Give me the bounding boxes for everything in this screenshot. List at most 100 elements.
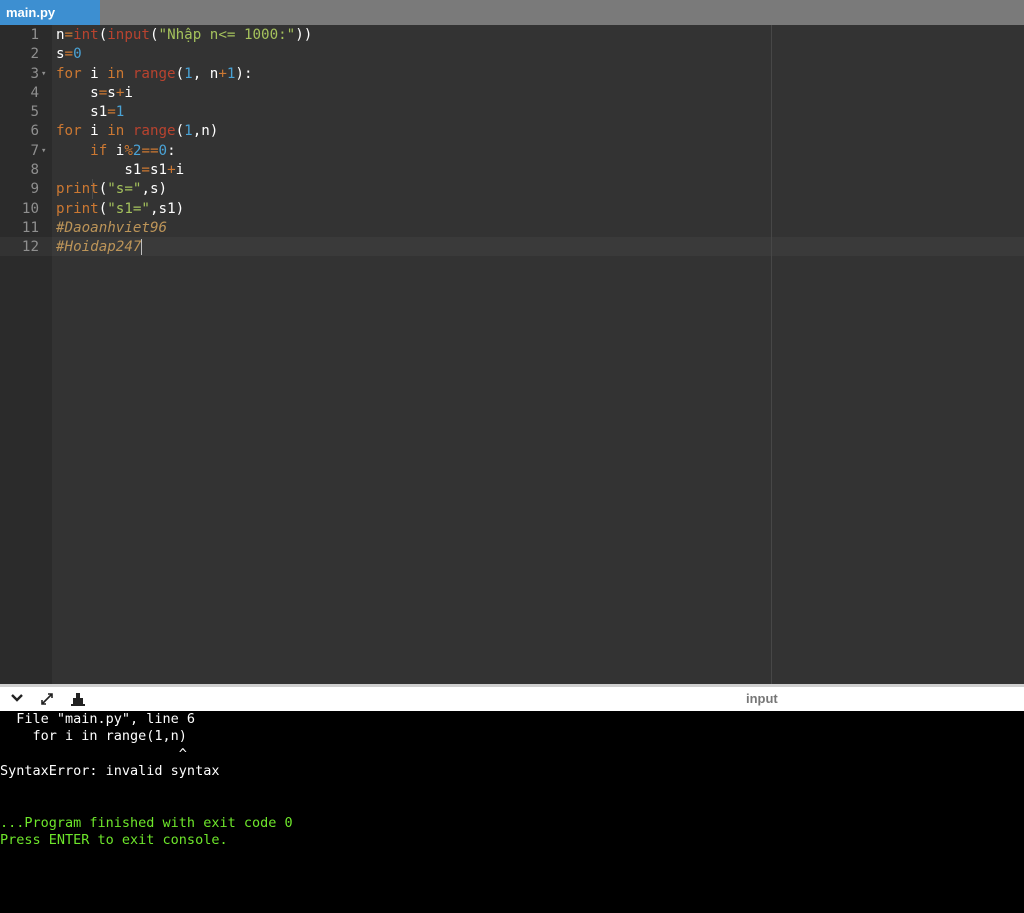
fold-toggle-icon[interactable]: ▾: [41, 65, 46, 84]
code-text: s=0: [56, 45, 82, 64]
code-token: ,n): [192, 123, 219, 140]
line-number: 7: [30, 142, 39, 159]
code-token: n: [56, 27, 65, 43]
code-token: #Daoanhviet96: [56, 219, 168, 236]
code-token: ==: [141, 142, 159, 159]
code-token: 0: [158, 142, 168, 159]
line-number: 6: [30, 123, 39, 140]
code-token: (: [149, 27, 159, 43]
code-line[interactable]: 9 print("s=",s): [0, 180, 1024, 199]
text-cursor: [141, 239, 143, 256]
code-text: s=s+i: [56, 84, 133, 103]
code-token: (: [175, 65, 185, 82]
console-line: SyntaxError: invalid syntax: [0, 762, 220, 779]
code-line[interactable]: 4 s=s+i: [0, 84, 1024, 103]
code-text: if i%2==0:: [56, 142, 175, 161]
code-token: ):: [235, 65, 253, 82]
code-token: , n: [192, 65, 219, 82]
code-text: print("s1=",s1): [56, 200, 184, 219]
code-token: (: [98, 181, 108, 198]
code-text: s1=s1+i: [56, 161, 184, 180]
line-number: 2: [30, 46, 39, 63]
code-line[interactable]: 12 #Hoidap247: [0, 238, 1024, 257]
console-toolbar: input: [0, 684, 1024, 711]
console-output[interactable]: File "main.py", line 6 for i in range(1,…: [0, 711, 1024, 913]
console-line: ...Program finished with exit code 0: [0, 814, 293, 831]
code-token: (: [175, 123, 185, 140]
code-token: %: [124, 142, 133, 159]
code-token: ,s): [141, 181, 168, 198]
code-token: (: [98, 200, 108, 217]
code-token: print: [56, 200, 99, 217]
input-label[interactable]: input: [746, 691, 778, 706]
code-token: i: [124, 84, 133, 101]
code-token: 1: [184, 65, 193, 82]
code-line[interactable]: 8 s1=s1+i: [0, 161, 1024, 180]
code-token: print: [56, 181, 99, 198]
code-text: #Daoanhviet96: [56, 219, 167, 238]
code-token: s: [56, 84, 99, 101]
code-editor[interactable]: 1 n=int(input("Nhập n<= 1000:")) 2 s=0 3 ▾ for…: [0, 25, 1024, 684]
tab-main-py[interactable]: main.py: [0, 0, 100, 25]
code-line[interactable]: 3 ▾ for i in range(1, n+1):: [0, 65, 1024, 84]
code-token: int: [73, 27, 99, 43]
expand-icon[interactable]: [38, 691, 56, 709]
code-token: input: [107, 27, 150, 43]
console-line: File "main.py", line 6: [0, 711, 196, 727]
chevron-down-icon[interactable]: [8, 691, 26, 709]
code-token: for: [56, 65, 82, 82]
code-text: n=int(input("Nhập n<= 1000:")): [56, 26, 312, 45]
code-token: =: [64, 46, 74, 63]
code-line[interactable]: 11 #Daoanhviet96: [0, 219, 1024, 238]
code-line[interactable]: 7 ▾ if i%2==0:: [0, 142, 1024, 161]
code-token: if: [90, 142, 108, 159]
code-token: "s=": [107, 181, 142, 198]
code-text: #Hoidap247: [56, 238, 143, 257]
code-token: range: [132, 123, 176, 140]
console-line: for i in range(1,n): [0, 728, 187, 745]
tab-bar: main.py: [0, 0, 1024, 25]
code-token: =: [141, 162, 150, 179]
code-token: for: [56, 123, 82, 140]
code-line[interactable]: 6 for i in range(1,n): [0, 122, 1024, 141]
console-line: Press ENTER to exit console.: [0, 832, 228, 849]
code-lines[interactable]: 1 n=int(input("Nhập n<= 1000:")) 2 s=0 3 ▾ for…: [0, 26, 1024, 258]
code-token: range: [132, 65, 176, 82]
code-token: #Hoidap247: [56, 239, 142, 256]
clear-icon[interactable]: [69, 691, 87, 709]
code-token: =: [64, 27, 74, 43]
code-line[interactable]: 5 s1=1: [0, 103, 1024, 122]
line-number: 11: [21, 219, 39, 236]
code-token: s: [107, 84, 116, 101]
line-number: 5: [30, 104, 39, 121]
console-line: ^: [0, 745, 187, 762]
code-token: +: [167, 162, 176, 179]
line-number: 10: [21, 200, 39, 217]
code-token: i: [81, 65, 108, 82]
line-number: 12: [21, 239, 39, 256]
line-number: 9: [30, 181, 39, 198]
code-token: "s1=": [107, 200, 150, 217]
code-token: s: [56, 46, 65, 63]
code-token: (: [98, 27, 108, 43]
code-token: i: [81, 123, 108, 140]
code-line[interactable]: 2 s=0: [0, 45, 1024, 64]
line-number: 3: [30, 65, 39, 82]
code-line[interactable]: 10 print("s1=",s1): [0, 200, 1024, 219]
code-token: s1: [56, 162, 142, 179]
code-text: print("s=",s): [56, 180, 167, 199]
code-token: "Nhập n<= 1000:": [158, 27, 296, 43]
code-token: +: [218, 65, 227, 82]
line-number: 1: [30, 27, 39, 43]
code-token: 0: [73, 46, 82, 63]
code-token: =: [98, 84, 108, 101]
code-line[interactable]: 1 n=int(input("Nhập n<= 1000:")): [0, 26, 1024, 45]
code-token: in: [107, 65, 125, 82]
code-token: 1: [184, 123, 193, 140]
fold-toggle-icon[interactable]: ▾: [41, 142, 46, 161]
code-text: for i in range(1, n+1):: [56, 65, 253, 84]
code-token: in: [107, 123, 125, 140]
